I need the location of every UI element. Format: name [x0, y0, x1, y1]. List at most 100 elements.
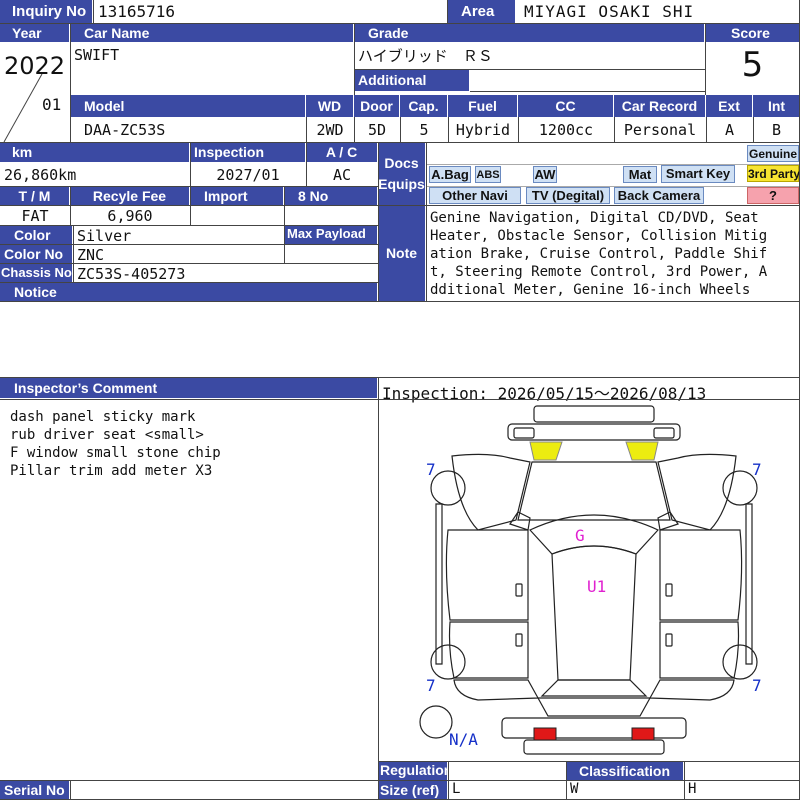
ac-label: A / C [306, 143, 378, 162]
additional-grade-label: Additional Grade [354, 70, 470, 109]
grid-line [705, 23, 706, 95]
grid-line [306, 142, 307, 186]
int-label: Int [753, 95, 800, 117]
equip-genuine-chip: Genuine [747, 145, 799, 162]
ext-label: Ext [706, 95, 753, 117]
size-h-label: H [688, 781, 697, 797]
score-label: Score [705, 24, 800, 42]
grid-line [0, 205, 800, 206]
grid-line [0, 301, 800, 302]
grid-line [284, 186, 285, 225]
grid-line [470, 91, 706, 92]
tm-value: FAT [21, 207, 49, 225]
comment-line: F window small stone chip [10, 445, 221, 461]
tire-rear-right-tread: 7 [752, 676, 762, 695]
door-label: Door [354, 95, 400, 117]
tire-front-left-tread: 7 [426, 460, 436, 479]
grid-line [684, 761, 685, 800]
year-label: Year [0, 24, 70, 42]
grid-line [378, 377, 379, 800]
equip-3rd-party-chip: 3rd Party [747, 165, 800, 182]
grid-line [753, 117, 754, 142]
note-line: dditional Meter, Genine 16-inch Wheels [430, 282, 751, 298]
notice-label: Notice [0, 283, 378, 301]
eight-no-label: 8 No [284, 187, 378, 205]
color-no-label: Color No [0, 245, 73, 263]
inspection-value: 2027/01 [216, 166, 280, 184]
equip-unknown-chip: ? [747, 187, 799, 204]
grid-line [0, 244, 378, 245]
grid-line [378, 761, 800, 762]
equip-tv-chip: TV (Degital) [526, 187, 610, 204]
import-label: Import [190, 187, 284, 205]
cc-label: CC [518, 95, 614, 117]
grid-line [0, 377, 800, 378]
ac-value: AC [332, 166, 352, 184]
fuel-label: Fuel [448, 95, 518, 117]
grid-line [614, 117, 615, 142]
comment-line: rub driver seat <small> [10, 427, 204, 443]
serial-no-label: Serial No [0, 781, 70, 800]
grid-line [426, 186, 800, 187]
grid-line [93, 0, 94, 23]
grid-line [426, 142, 427, 301]
equip-smart-key-chip: Smart Key [661, 165, 735, 183]
regulation-label: Regulation [378, 761, 453, 780]
tire-rear-left-tread: 7 [426, 676, 436, 695]
chassis-no-value: ZC53S-405273 [77, 265, 186, 283]
km-label: km [0, 143, 190, 162]
inquiry-no-value: 13165716 [98, 2, 176, 21]
classification-label: Classification [566, 762, 684, 780]
grid-line [518, 117, 519, 142]
grid-line [706, 117, 707, 142]
windshield-mark-g: G [575, 526, 585, 545]
grid-line [190, 142, 191, 186]
recycle-fee-value: 6,960 [107, 207, 153, 225]
note-text: Genine Navigation, Digital CD/DVD, Seat … [430, 209, 767, 299]
grid-line [447, 0, 448, 23]
ext-value: A [724, 121, 735, 139]
recycle-fee-label: Recyle Fee [70, 187, 190, 205]
size-w-label: W [570, 781, 579, 797]
cc-value: 1200cc [538, 121, 594, 139]
note-label: Note [378, 205, 426, 301]
cap-value: 5 [419, 121, 429, 139]
grid-line [0, 225, 378, 226]
car-record-label: Car Record [614, 95, 706, 117]
grid-line [426, 164, 800, 165]
area-value: MIYAGI OSAKI SHI [524, 2, 695, 21]
color-value: Silver [77, 227, 132, 245]
grid-line [0, 142, 800, 143]
equip-back-camera-chip: Back Camera [614, 187, 704, 204]
max-payload-label: Max Payload [284, 225, 378, 244]
wd-label: WD [306, 95, 354, 117]
grid-line [70, 186, 71, 225]
car-record-value: Personal [623, 121, 697, 139]
grid-line [73, 225, 74, 282]
grid-line [0, 263, 378, 264]
comment-line: dash panel sticky mark [10, 409, 196, 425]
car-name-value: SWIFT [74, 46, 120, 64]
color-label: Color [0, 226, 73, 244]
grade-value: ハイブリッド ＲＳ [358, 47, 493, 65]
grid-line [0, 399, 800, 400]
tire-front-right-tread: 7 [752, 460, 762, 479]
size-l-label: L [452, 781, 461, 797]
inquiry-no-label: Inquiry No [0, 0, 93, 23]
fuel-value: Hybrid [455, 121, 511, 139]
docs-equips-label: Docs Equips [378, 143, 426, 205]
grid-line [70, 23, 71, 142]
month-value: 01 [42, 95, 62, 114]
score-value: 5 [741, 45, 764, 85]
inspectors-comment-text: dash panel sticky mark rub driver seat <… [10, 408, 221, 480]
grid-line [354, 117, 355, 142]
inspection-label: Inspection [190, 143, 306, 162]
grid-line [448, 117, 449, 142]
wd-value: 2WD [316, 121, 344, 139]
grid-line [284, 225, 285, 263]
grid-line [0, 282, 378, 283]
note-line: t, Steering Remote Control, 3rd Power, A [430, 264, 768, 280]
inspectors-comment-label: Inspector’s Comment [0, 378, 378, 398]
roof-mark-u1: U1 [587, 577, 607, 596]
grid-line [354, 69, 706, 70]
